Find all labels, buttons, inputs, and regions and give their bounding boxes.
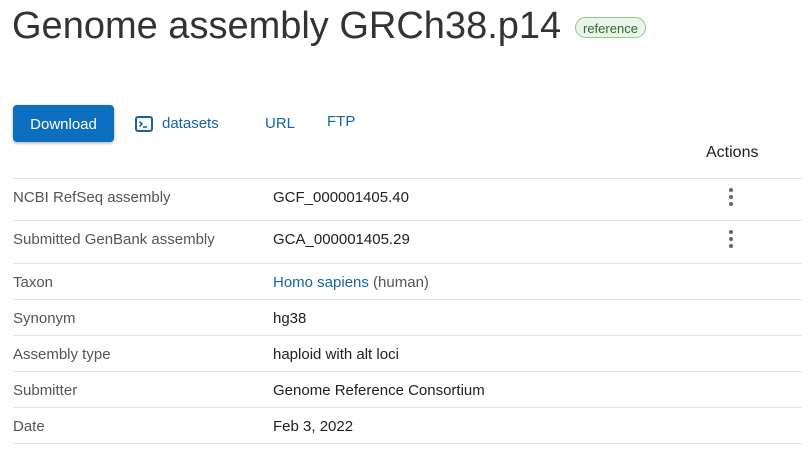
download-button[interactable]: Download (13, 105, 114, 142)
taxon-common-name: (human) (368, 274, 429, 291)
url-button[interactable]: URL (265, 114, 295, 134)
row-label: NCBI RefSeq assembly (13, 189, 171, 206)
row-label: Submitted GenBank assembly (13, 231, 215, 248)
taxon-value: Homo sapiens (human) (273, 274, 429, 291)
reference-badge: reference (575, 17, 646, 38)
taxon-link[interactable]: Homo sapiens (273, 274, 369, 291)
terminal-icon[interactable] (135, 116, 153, 132)
table-row-genbank: Submitted GenBank assembly GCA_000001405… (13, 220, 802, 264)
table-row-taxon: Taxon Homo sapiens (human) (13, 263, 802, 300)
refseq-accession: GCF_000001405.40 (273, 189, 409, 206)
actions-column-header: Actions (706, 144, 759, 161)
table-row-assembly-type: Assembly type haploid with alt loci (13, 335, 802, 372)
submitter-value: Genome Reference Consortium (273, 382, 485, 399)
table-row-submitter: Submitter Genome Reference Consortium (13, 371, 802, 408)
table-bottom-divider (13, 443, 802, 444)
row-label: Taxon (13, 274, 54, 291)
row-label: Submitter (13, 382, 78, 399)
page-title: Genome assembly GRCh38.p14 (12, 5, 562, 47)
row-label: Synonym (13, 310, 76, 327)
synonym-value: hg38 (273, 310, 307, 327)
datasets-button[interactable]: datasets (162, 114, 219, 134)
assembly-type-value: haploid with alt loci (273, 346, 399, 363)
genbank-accession: GCA_000001405.29 (273, 231, 410, 248)
table-row-synonym: Synonym hg38 (13, 299, 802, 336)
row-label: Assembly type (13, 346, 111, 363)
table-row-date: Date Feb 3, 2022 (13, 407, 802, 444)
row-label: Date (13, 418, 45, 435)
more-actions-icon[interactable] (726, 188, 736, 208)
more-actions-icon[interactable] (726, 230, 736, 250)
table-row-refseq: NCBI RefSeq assembly GCF_000001405.40 (13, 178, 802, 221)
ftp-button[interactable]: FTP (327, 112, 355, 132)
date-value: Feb 3, 2022 (273, 418, 354, 435)
